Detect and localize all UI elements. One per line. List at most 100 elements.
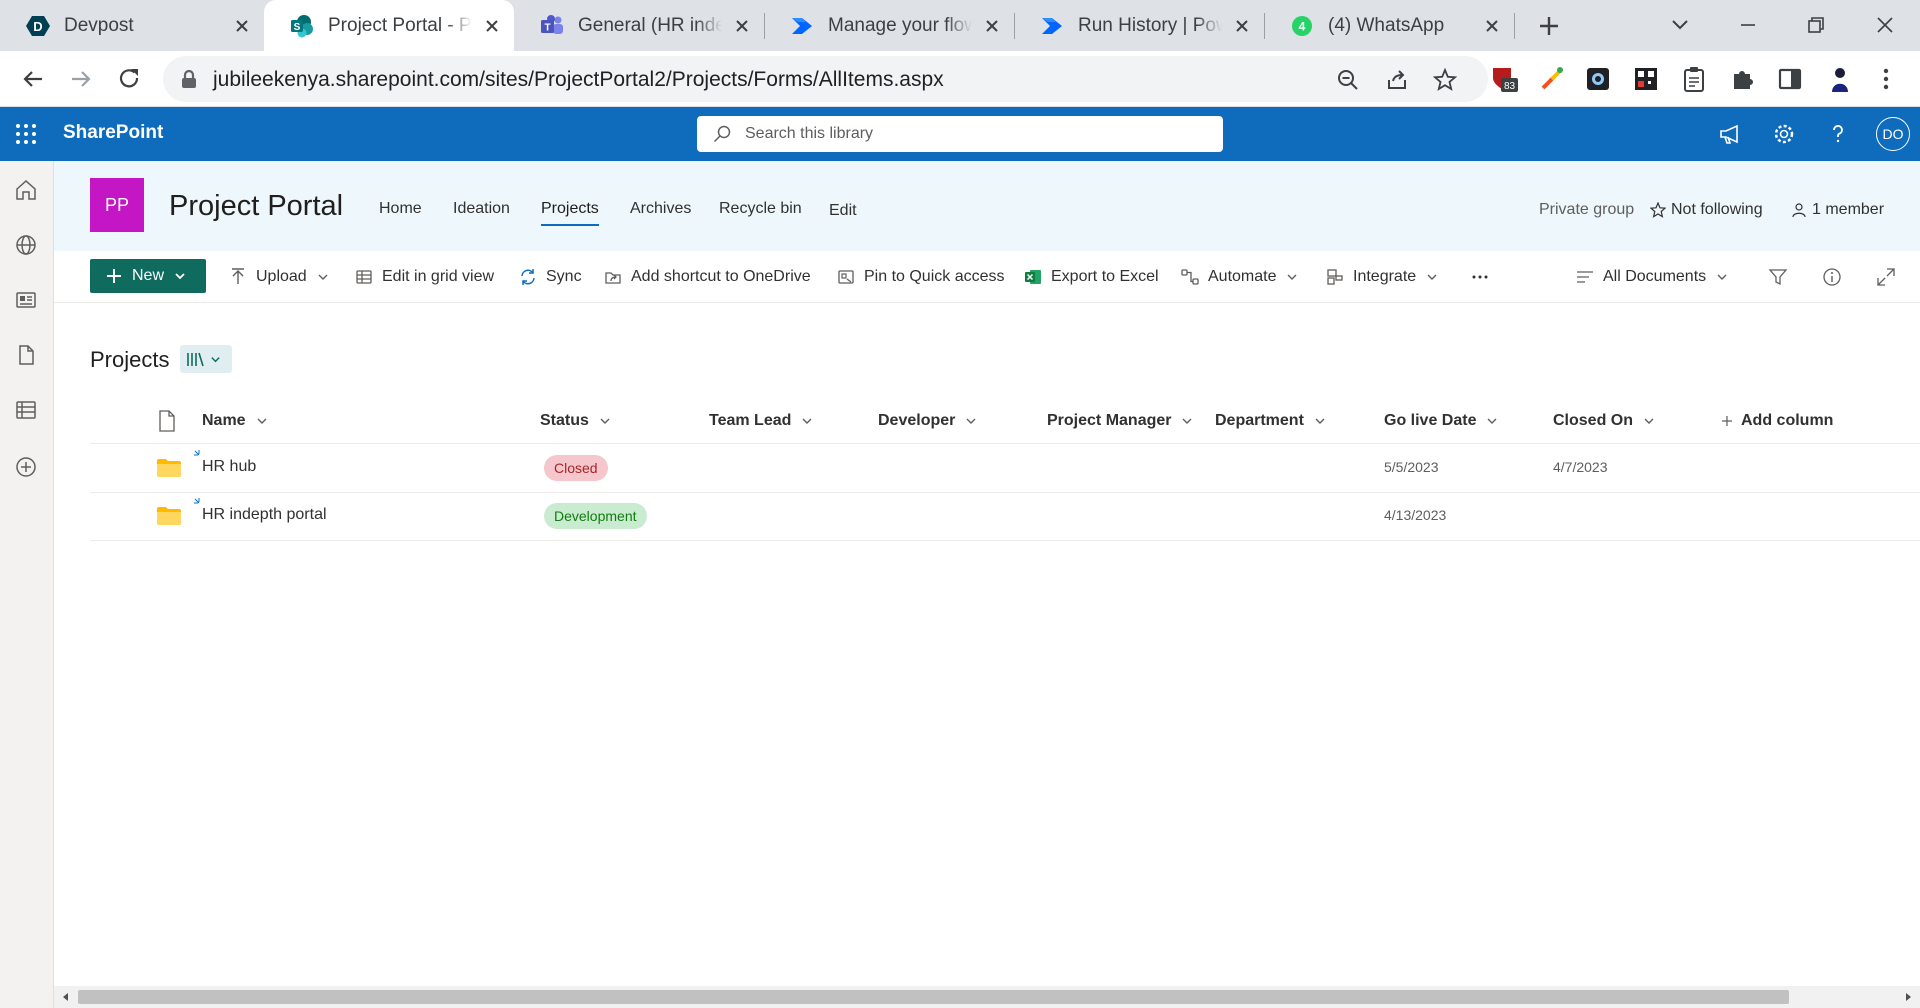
info-icon[interactable]: [1822, 267, 1842, 287]
close-tab-icon[interactable]: [482, 16, 502, 36]
share-icon[interactable]: [1385, 68, 1409, 92]
column-header-developer[interactable]: Developer: [878, 410, 977, 432]
browser-tab-manage-flows[interactable]: Manage your flows | Power Automate: [764, 0, 1014, 51]
site-title[interactable]: Project Portal: [169, 190, 343, 223]
zoom-out-icon[interactable]: [1336, 68, 1360, 92]
lock-icon[interactable]: [180, 69, 198, 89]
column-header-label: Team Lead: [709, 412, 792, 429]
column-header-team-lead[interactable]: Team Lead: [709, 410, 813, 432]
close-tab-icon[interactable]: [732, 16, 752, 36]
scrollbar-thumb[interactable]: [78, 990, 1789, 1004]
reload-icon[interactable]: [114, 64, 144, 94]
command-bar: New Upload Edit in grid view Sync Add sh…: [54, 251, 1920, 303]
pin-quick-access-button[interactable]: Pin to Quick access: [837, 264, 1005, 290]
automate-button[interactable]: Automate: [1181, 264, 1298, 290]
close-tab-icon[interactable]: [982, 16, 1002, 36]
color-picker-icon[interactable]: [1538, 65, 1566, 93]
extensions-puzzle-icon[interactable]: [1729, 65, 1757, 93]
bookmark-star-icon[interactable]: [1433, 68, 1457, 92]
search-library-box[interactable]: Search this library: [697, 116, 1223, 152]
status-badge: Closed: [544, 455, 608, 481]
export-excel-button[interactable]: Export to Excel: [1024, 264, 1159, 290]
close-window-icon[interactable]: [1870, 10, 1900, 40]
restore-window-icon[interactable]: [1801, 10, 1831, 40]
integrate-button[interactable]: Integrate: [1326, 264, 1438, 290]
column-header-label: Closed On: [1553, 412, 1634, 429]
clipboard-icon[interactable]: [1680, 65, 1708, 93]
view-selector-button[interactable]: All Documents: [1576, 264, 1728, 290]
forward-arrow-icon[interactable]: [66, 64, 96, 94]
file-type-header-icon[interactable]: [158, 410, 176, 432]
add-shortcut-onedrive-button[interactable]: Add shortcut to OneDrive: [604, 264, 811, 290]
create-plus-icon[interactable]: [14, 455, 38, 479]
devpost-icon: D: [26, 15, 50, 36]
column-header-project-manager[interactable]: Project Manager: [1047, 410, 1193, 432]
sharepoint-brand-link[interactable]: SharePoint: [63, 122, 163, 144]
site-logo[interactable]: PP: [90, 178, 144, 232]
column-header-closed-on[interactable]: Closed On: [1553, 410, 1655, 432]
site-nav-edit[interactable]: Edit: [829, 202, 857, 220]
expand-fullscreen-icon[interactable]: [1876, 267, 1896, 287]
scroll-right-arrow-icon[interactable]: [1902, 991, 1914, 1003]
help-question-icon[interactable]: [1826, 122, 1850, 146]
table-row[interactable]: HR hub Closed 5/5/2023 4/7/2023: [90, 444, 1920, 492]
address-bar[interactable]: jubileekenya.sharepoint.com/sites/Projec…: [163, 56, 1488, 102]
more-ellipsis-icon[interactable]: [1470, 267, 1490, 287]
library-view-switcher[interactable]: [180, 345, 232, 373]
shortcut-icon: [605, 272, 621, 284]
upload-button[interactable]: Upload: [229, 264, 329, 290]
column-header-department[interactable]: Department: [1215, 410, 1326, 432]
url-text[interactable]: jubileekenya.sharepoint.com/sites/Projec…: [213, 68, 944, 92]
megaphone-icon[interactable]: [1718, 122, 1742, 146]
filter-icon[interactable]: [1768, 267, 1788, 287]
site-nav-projects[interactable]: Projects: [541, 200, 599, 226]
tab-search-chevron-down-icon[interactable]: [1665, 10, 1695, 40]
lists-icon[interactable]: [14, 398, 38, 422]
site-nav-home[interactable]: Home: [379, 200, 422, 218]
close-tab-icon[interactable]: [1482, 16, 1502, 36]
close-tab-icon[interactable]: [1232, 16, 1252, 36]
globe-icon[interactable]: [14, 233, 38, 257]
close-tab-icon[interactable]: [232, 16, 252, 36]
file-icon[interactable]: [14, 343, 38, 367]
add-column-button[interactable]: Add column: [1721, 410, 1833, 432]
horizontal-scrollbar[interactable]: [54, 986, 1920, 1008]
site-nav-archives[interactable]: Archives: [630, 200, 691, 218]
column-header-status[interactable]: Status: [540, 410, 611, 432]
browser-tab-devpost[interactable]: D Devpost: [0, 0, 264, 51]
side-panel-icon[interactable]: [1776, 65, 1804, 93]
members-button[interactable]: 1 member: [1791, 201, 1884, 219]
browser-menu-icon[interactable]: [1872, 65, 1900, 93]
news-icon[interactable]: [14, 288, 38, 312]
new-button[interactable]: New: [90, 259, 206, 293]
suite-bar: SharePoint Search this library DO: [0, 107, 1920, 161]
edit-grid-view-button[interactable]: Edit in grid view: [355, 264, 494, 290]
browser-tab-run-history[interactable]: Run History | Power Automate: [1014, 0, 1264, 51]
qr-code-icon[interactable]: [1632, 65, 1660, 93]
app-launcher-waffle-icon[interactable]: [14, 122, 38, 146]
screen-recorder-icon[interactable]: [1584, 65, 1612, 93]
settings-gear-icon[interactable]: [1772, 122, 1796, 146]
new-tab-icon[interactable]: [1533, 10, 1565, 42]
account-avatar[interactable]: DO: [1876, 117, 1910, 151]
back-arrow-icon[interactable]: [18, 64, 48, 94]
tab-separator: [1264, 13, 1265, 39]
column-header-go-live-date[interactable]: Go live Date: [1384, 410, 1498, 432]
minimize-icon[interactable]: [1733, 10, 1763, 40]
item-name-link[interactable]: HR indepth portal: [202, 506, 327, 524]
item-name-link[interactable]: HR hub: [202, 458, 256, 476]
profile-avatar-icon[interactable]: [1826, 65, 1854, 93]
extension-shield-icon[interactable]: 83: [1490, 65, 1518, 93]
follow-button[interactable]: Not following: [1650, 201, 1763, 219]
scroll-left-arrow-icon[interactable]: [60, 991, 72, 1003]
site-nav-recycle-bin[interactable]: Recycle bin: [719, 200, 802, 218]
site-nav-ideation[interactable]: Ideation: [453, 200, 510, 218]
column-header-name[interactable]: Name: [202, 410, 268, 432]
browser-tab-teams[interactable]: T General (HR indepth portal) | Microsof…: [514, 0, 764, 51]
table-row[interactable]: HR indepth portal Development 4/13/2023: [90, 492, 1920, 540]
sync-button[interactable]: Sync: [519, 264, 582, 290]
browser-tab-project-portal[interactable]: S Project Portal - Projects - All Docume…: [264, 0, 514, 51]
browser-tab-whatsapp[interactable]: 4 (4) WhatsApp: [1264, 0, 1514, 51]
upload-label: Upload: [256, 268, 307, 285]
home-icon[interactable]: [14, 178, 38, 202]
